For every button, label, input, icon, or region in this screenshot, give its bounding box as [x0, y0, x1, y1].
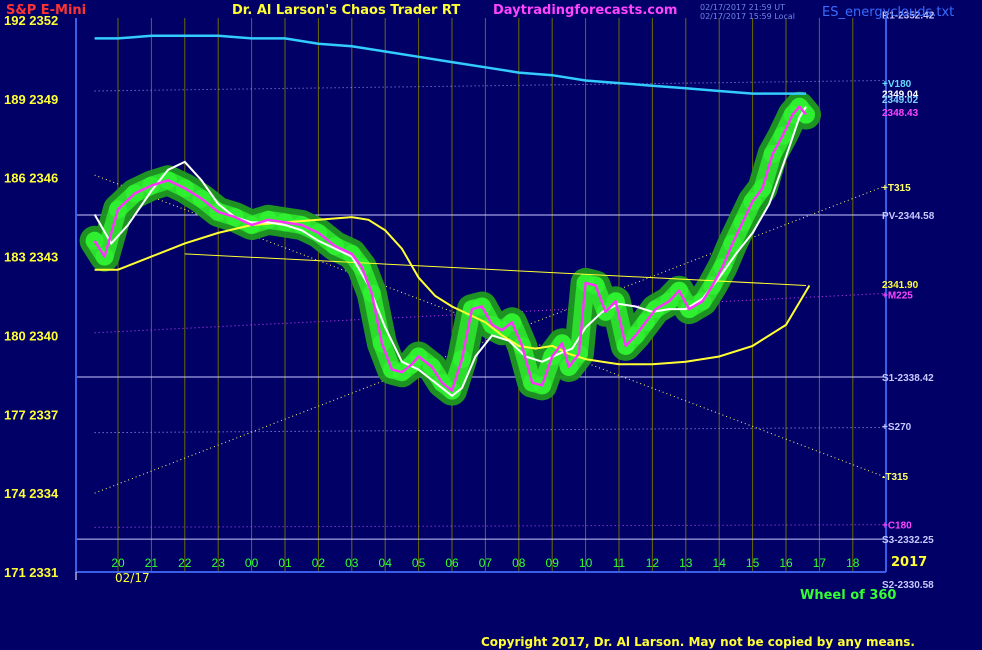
- right-level-label: 2349.02: [882, 95, 919, 106]
- y-tick-label: 174 2334: [4, 486, 59, 501]
- right-level-label: +V180: [882, 79, 912, 90]
- x-tick-label: 18: [846, 556, 860, 570]
- x-tick-label: 14: [713, 556, 727, 570]
- x-tick-label: 20: [111, 556, 125, 570]
- x-tick-label: 16: [779, 556, 793, 570]
- date-label: 02/17: [115, 571, 150, 585]
- x-tick-label: 09: [546, 556, 560, 570]
- x-tick-label: 04: [379, 556, 393, 570]
- x-tick-label: 01: [278, 556, 292, 570]
- y-tick-label: 171 2331: [4, 565, 58, 580]
- x-tick-label: 07: [479, 556, 493, 570]
- x-tick-label: 15: [746, 556, 760, 570]
- right-level-label: +T315: [882, 183, 911, 194]
- copyright-notice: Copyright 2017, Dr. Al Larson. May not b…: [481, 635, 915, 649]
- x-tick-label: 12: [646, 556, 660, 570]
- right-level-label: +S270: [882, 422, 912, 433]
- x-tick-label: 03: [345, 556, 359, 570]
- right-level-label: S3-2332.25: [882, 535, 934, 546]
- y-tick-label: 186 2346: [4, 171, 58, 186]
- x-tick-label: 05: [412, 556, 426, 570]
- x-tick-label: 06: [445, 556, 459, 570]
- timestamp-local: 02/17/2017 15:59 Local: [700, 12, 795, 21]
- x-tick-label: 13: [679, 556, 693, 570]
- symbol-label: S&P E-Mini: [6, 3, 87, 18]
- y-tick-label: 177 2337: [4, 407, 58, 422]
- x-tick-label: 02: [312, 556, 326, 570]
- x-tick-label: 10: [579, 556, 593, 570]
- right-level-label: 2348.43: [882, 108, 919, 119]
- right-level-label: +C180: [882, 521, 912, 532]
- x-tick-label: 11: [613, 556, 626, 570]
- right-level-label: S1-2338.42: [882, 373, 934, 384]
- x-tick-label: 17: [813, 556, 827, 570]
- instrument-label: ES_energyclouds.txt: [822, 5, 955, 20]
- y-tick-label: 189 2349: [4, 92, 58, 107]
- timestamp-ut: 02/17/2017 21:59 UT: [700, 3, 785, 12]
- chart-title: Dr. Al Larson's Chaos Trader RT: [232, 3, 461, 18]
- wheel-label: Wheel of 360: [800, 588, 897, 603]
- price-chart: 171 2331 174 2334 177 2337 180 2340 183 2343…: [0, 0, 982, 650]
- x-tick-label: 08: [512, 556, 526, 570]
- right-level-label: PV-2344.58: [882, 211, 935, 222]
- right-level-label: 2341.90: [882, 280, 919, 291]
- x-tick-label: 22: [178, 556, 192, 570]
- year-label: 2017: [891, 555, 928, 570]
- x-tick-label: 00: [245, 556, 259, 570]
- x-tick-label: 23: [212, 556, 226, 570]
- right-level-label: +M225: [882, 291, 913, 302]
- right-level-label: -T315: [882, 472, 909, 483]
- y-tick-label: 183 2343: [4, 250, 58, 265]
- y-tick-label: 180 2340: [4, 328, 58, 343]
- site-link[interactable]: Daytradingforecasts.com: [493, 3, 677, 18]
- x-tick-label: 21: [145, 556, 159, 570]
